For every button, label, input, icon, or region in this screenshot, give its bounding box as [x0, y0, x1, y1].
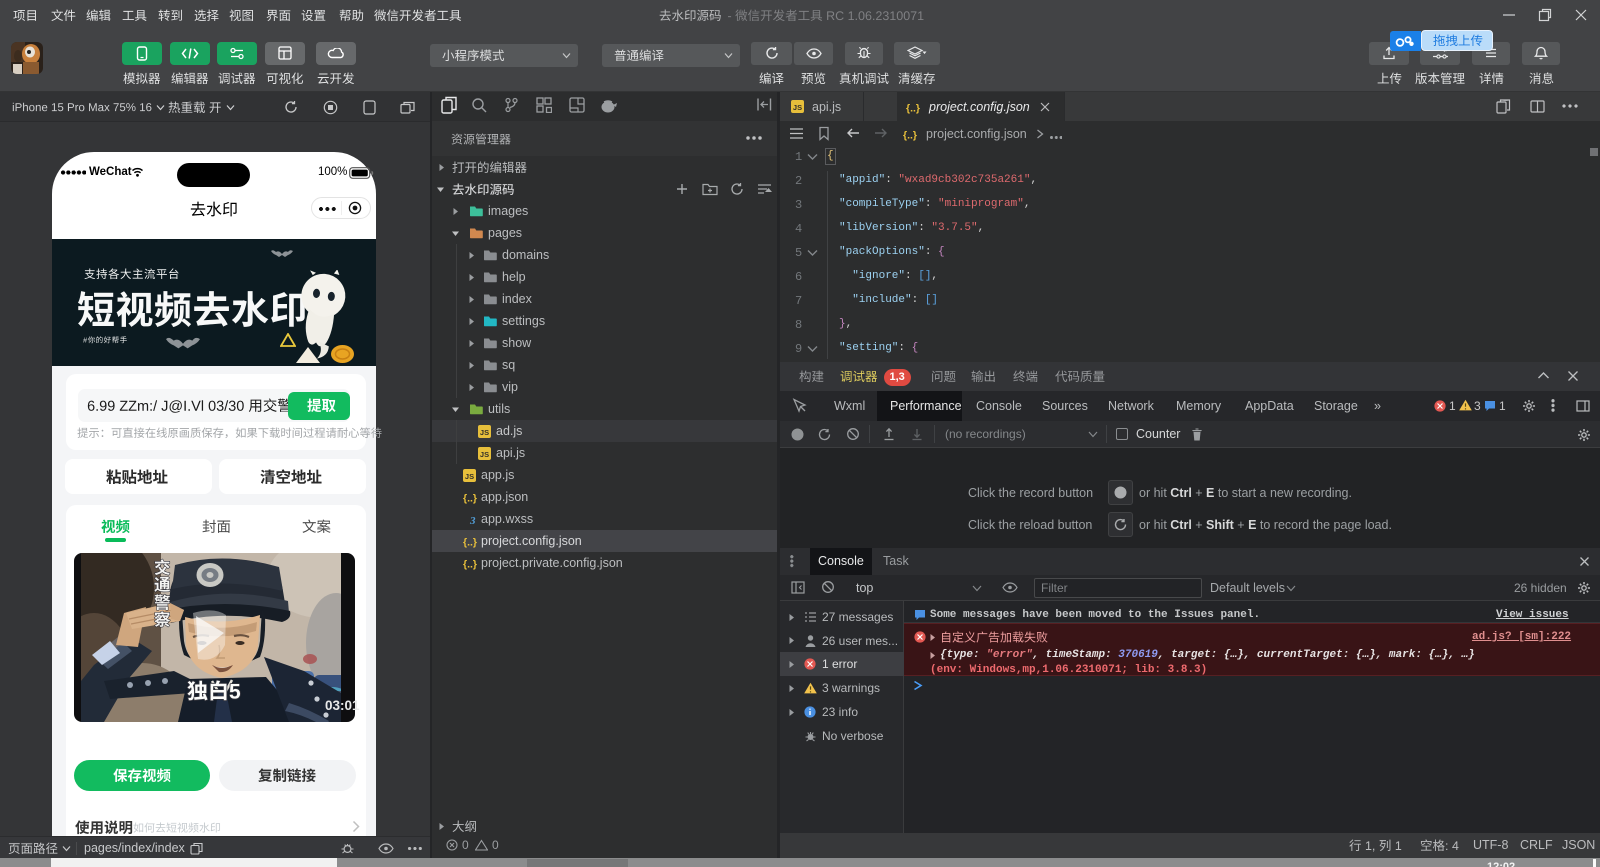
svg-text:{..}: {..}	[903, 129, 917, 141]
svg-text:JS: JS	[465, 471, 474, 480]
svg-text:JS: JS	[480, 449, 489, 458]
svg-text:{..}: {..}	[463, 558, 477, 570]
svg-text:{..}: {..}	[463, 536, 477, 548]
svg-text:{..}: {..}	[463, 492, 477, 504]
svg-text:{..}: {..}	[906, 102, 920, 114]
svg-text:JS: JS	[793, 103, 802, 112]
svg-text:JS: JS	[480, 427, 489, 436]
svg-text:3: 3	[469, 515, 476, 526]
